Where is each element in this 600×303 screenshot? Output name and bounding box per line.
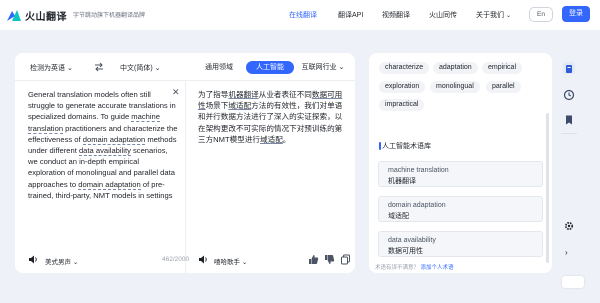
term-chip[interactable]: exploration [379, 81, 426, 93]
nav-about-us[interactable]: 关于我们 ⌄ [476, 10, 511, 20]
target-voice-label: 嘻哈歌手 [214, 259, 240, 266]
section-accent-bar [379, 142, 381, 150]
nav-translate-api[interactable]: 翻译API [338, 10, 363, 20]
logo-icon[interactable] [6, 8, 22, 22]
chevron-down-icon: ⌄ [72, 259, 79, 266]
term-entry[interactable]: domain adaptation 域适配 [378, 196, 543, 222]
highlighted-term[interactable]: 域适配 [260, 135, 283, 144]
nav-video-translate[interactable]: 视频翻译 [382, 10, 410, 20]
help-button[interactable] [562, 276, 584, 288]
translation-text-run: 从业者表征不同 [258, 90, 312, 99]
tab-ai-domain[interactable]: 人工智能 [246, 61, 294, 74]
source-language-label: 检测为英语 [30, 65, 65, 72]
translation-output: 为了指导机器翻译从业者表征不同数据可用性场景下域适配方法的有效性，我们对单语和并… [198, 89, 343, 145]
term-chip[interactable]: monolingual [430, 81, 480, 93]
login-button[interactable]: 登录 [562, 6, 590, 22]
thumbs-down-icon[interactable] [324, 254, 335, 265]
term-panel: characterize adaptation empirical explor… [369, 53, 552, 273]
term-chip[interactable]: parallel [486, 81, 521, 93]
copy-icon[interactable] [340, 254, 351, 265]
chevron-down-icon: ⌄ [154, 65, 161, 72]
feedback-line: 术语有误不满意？ 添加个人术语 [375, 263, 454, 271]
tab-general-domain[interactable]: 通用领域 [201, 61, 237, 74]
term-panel-scrollbar[interactable] [546, 113, 549, 263]
panel-footer: 美式男声 ⌄ 462/2000 嘻哈歌手 ⌄ [15, 249, 355, 273]
bookmark-icon[interactable] [563, 113, 575, 125]
document-icon-glyph [566, 65, 572, 73]
nav-about-label: 关于我们 [476, 12, 504, 19]
term-library-title: 人工智能术语库 [382, 143, 431, 150]
term-target: 数据可用性 [388, 248, 423, 255]
term-target: 机器翻译 [388, 178, 416, 185]
language-toggle-button[interactable]: En [529, 7, 553, 22]
translation-text-run: 场景下 [205, 101, 229, 111]
chevron-down-icon: ⌄ [505, 13, 511, 19]
rail-divider [561, 133, 577, 134]
term-source: machine translation [388, 167, 449, 174]
highlighted-term[interactable]: 域适配 [228, 101, 251, 110]
clear-text-icon[interactable]: ✕ [172, 87, 180, 98]
target-speaker-icon[interactable] [198, 254, 209, 265]
history-icon-glyph [563, 89, 575, 101]
term-chip[interactable]: adaptation [433, 62, 478, 74]
term-entry[interactable]: machine translation 机器翻译 [378, 161, 543, 187]
add-custom-term-link[interactable]: 添加个人术语 [421, 265, 454, 271]
source-speaker-icon[interactable] [28, 254, 39, 265]
collapse-arrow-icon[interactable]: › [565, 248, 568, 257]
term-chip[interactable]: characterize [379, 62, 430, 74]
term-source: domain adaptation [388, 202, 446, 209]
swap-languages-icon[interactable] [94, 62, 104, 72]
source-voice-label: 美式男声 [45, 259, 71, 266]
bookmark-icon-glyph [566, 115, 572, 125]
settings-icon[interactable] [563, 219, 575, 231]
internet-domain-label: 互联网行业 [301, 64, 337, 71]
chevron-down-icon: ⌄ [66, 65, 73, 72]
settings-icon-glyph [564, 221, 574, 231]
source-text-input[interactable]: General translation models often still s… [28, 89, 178, 244]
term-entry[interactable]: data availability 数据可用性 [378, 231, 543, 257]
target-language-label: 中文(简体) [120, 65, 153, 72]
highlighted-term[interactable]: domain adaptation [82, 134, 146, 145]
language-bar: 检测为英语 ⌄ 中文(简体) ⌄ 通用领域 人工智能 互联网行业 ⌄ [15, 53, 355, 81]
history-icon[interactable] [563, 88, 575, 101]
term-chip[interactable]: impractical [379, 99, 425, 111]
document-icon[interactable] [563, 62, 575, 74]
character-counter: 462/2000 [162, 256, 190, 263]
translator-panel: 检测为英语 ⌄ 中文(简体) ⌄ 通用领域 人工智能 互联网行业 ⌄ Gener… [15, 53, 355, 273]
nav-simultaneous[interactable]: 火山同传 [429, 10, 457, 20]
term-target: 域适配 [388, 213, 409, 220]
translation-text-run: 。 [282, 134, 291, 144]
chevron-down-icon: ⌄ [241, 259, 248, 266]
thumbs-up-icon[interactable] [308, 254, 319, 265]
term-source: data availability [388, 237, 436, 244]
target-language-select[interactable]: 中文(简体) ⌄ [120, 63, 161, 73]
nav-online-translate[interactable]: 在线翻译 [289, 10, 317, 20]
brand-name[interactable]: 火山翻译 [25, 8, 67, 23]
tab-internet-domain[interactable]: 互联网行业 ⌄ [297, 61, 349, 74]
translation-text-run: 为了指导 [198, 90, 229, 99]
feedback-text: 术语有误不满意？ [375, 265, 420, 271]
highlighted-term[interactable]: data availability [78, 146, 131, 157]
term-chip[interactable]: empirical [482, 62, 523, 74]
brand-tagline: 字节跳动旗下机器翻译品牌 [73, 13, 146, 19]
highlighted-term[interactable]: domain adaptation [78, 179, 141, 190]
highlighted-term[interactable]: 机器翻译 [228, 90, 258, 99]
source-voice-select[interactable]: 美式男声 ⌄ [45, 256, 78, 266]
top-nav-bar: 火山翻译 字节跳动旗下机器翻译品牌 在线翻译 翻译API 视频翻译 火山同传 关… [0, 0, 600, 30]
chevron-down-icon: ⌄ [338, 64, 345, 71]
target-voice-select[interactable]: 嘻哈歌手 ⌄ [214, 256, 247, 266]
source-language-select[interactable]: 检测为英语 ⌄ [30, 63, 73, 73]
panel-divider [185, 81, 186, 273]
